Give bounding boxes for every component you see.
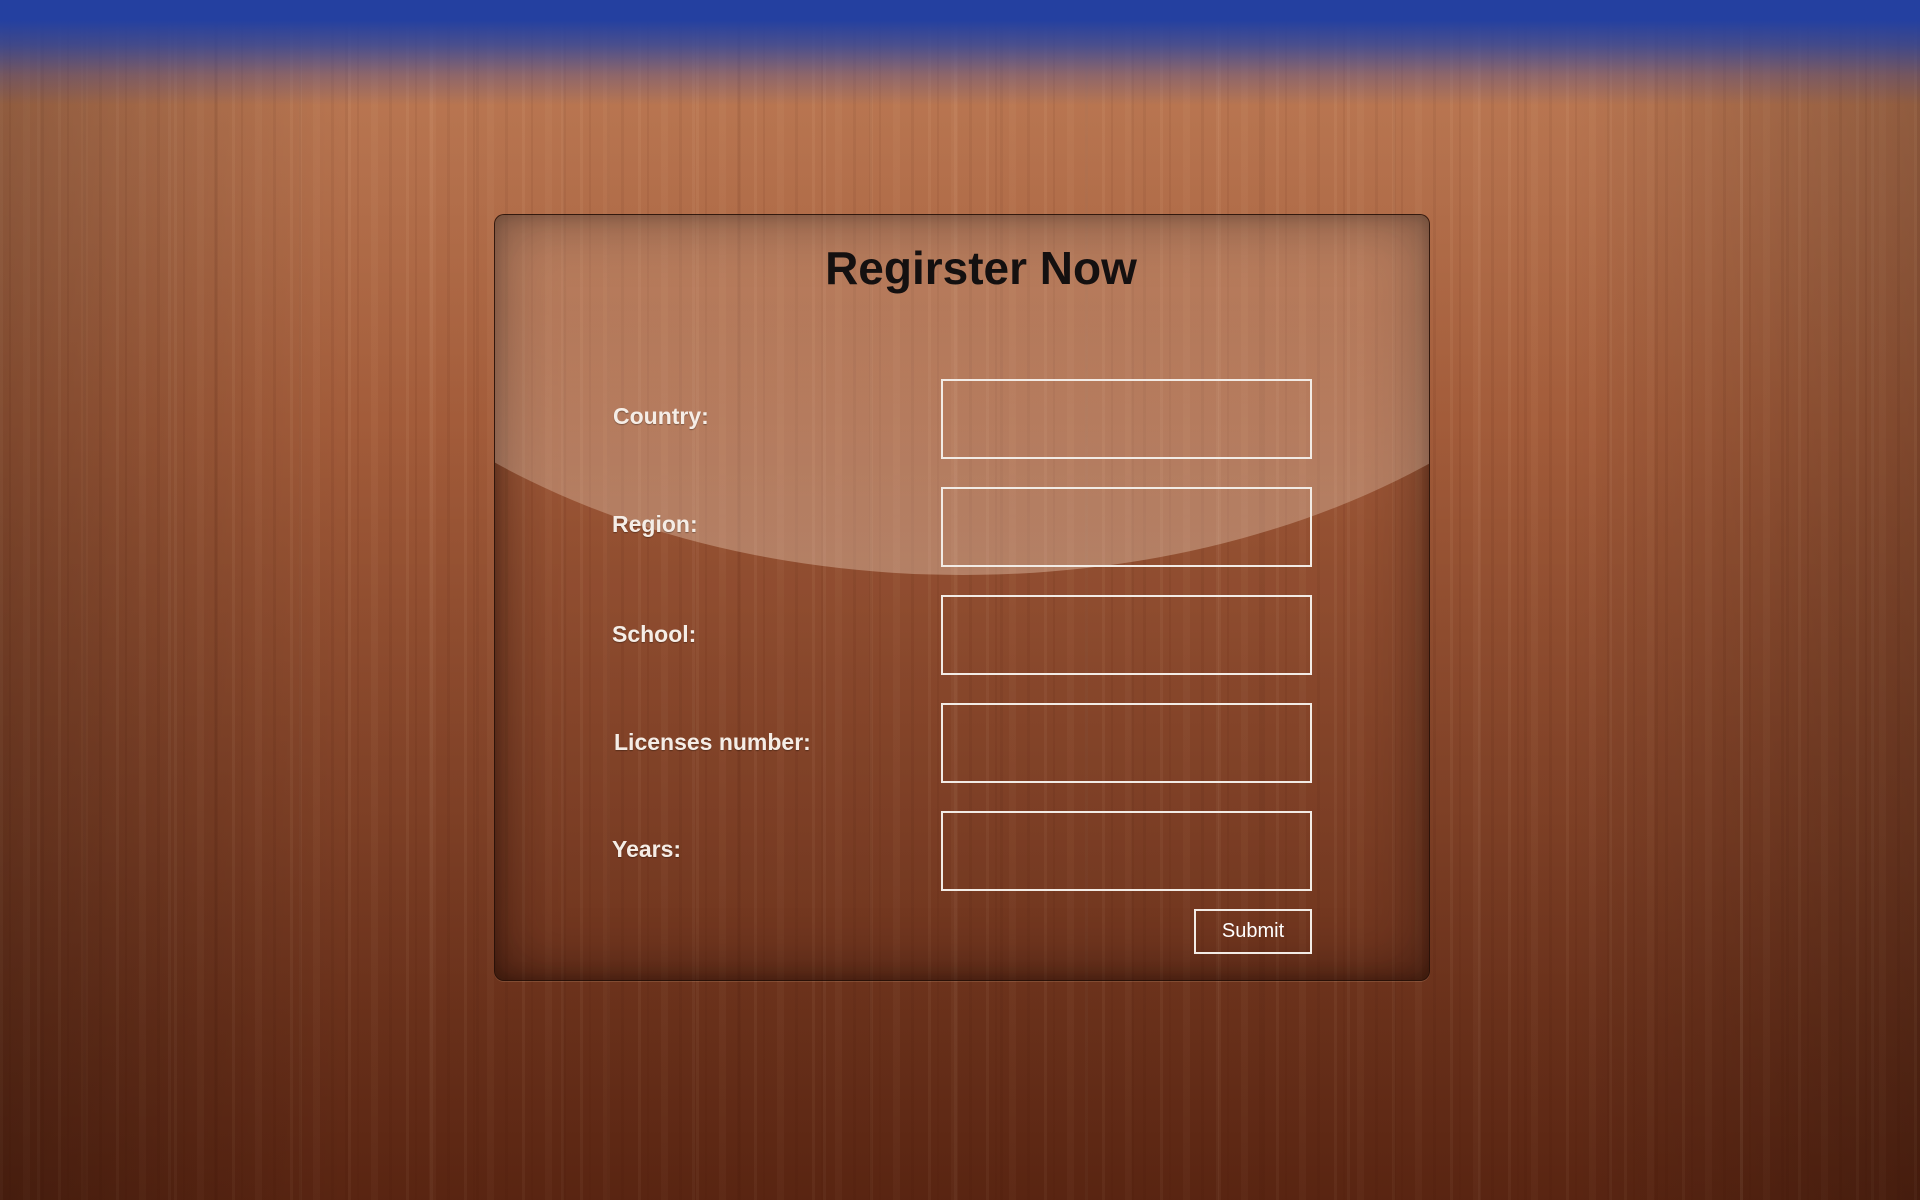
years-label: Years:	[612, 836, 682, 862]
region-label: Region:	[612, 511, 698, 537]
registration-panel: Regirster Now Country: Region: School: L…	[494, 214, 1430, 981]
years-input[interactable]	[941, 811, 1312, 891]
school-label: School:	[612, 621, 697, 647]
country-label: Country:	[613, 403, 709, 429]
country-input[interactable]	[941, 379, 1312, 459]
page-title: Regirster Now	[825, 242, 1137, 294]
region-input[interactable]	[941, 487, 1312, 567]
school-input[interactable]	[941, 595, 1312, 675]
submit-button[interactable]: Submit	[1194, 909, 1312, 954]
licenses-number-label: Licenses number:	[614, 729, 811, 755]
licenses-number-input[interactable]	[941, 703, 1312, 783]
